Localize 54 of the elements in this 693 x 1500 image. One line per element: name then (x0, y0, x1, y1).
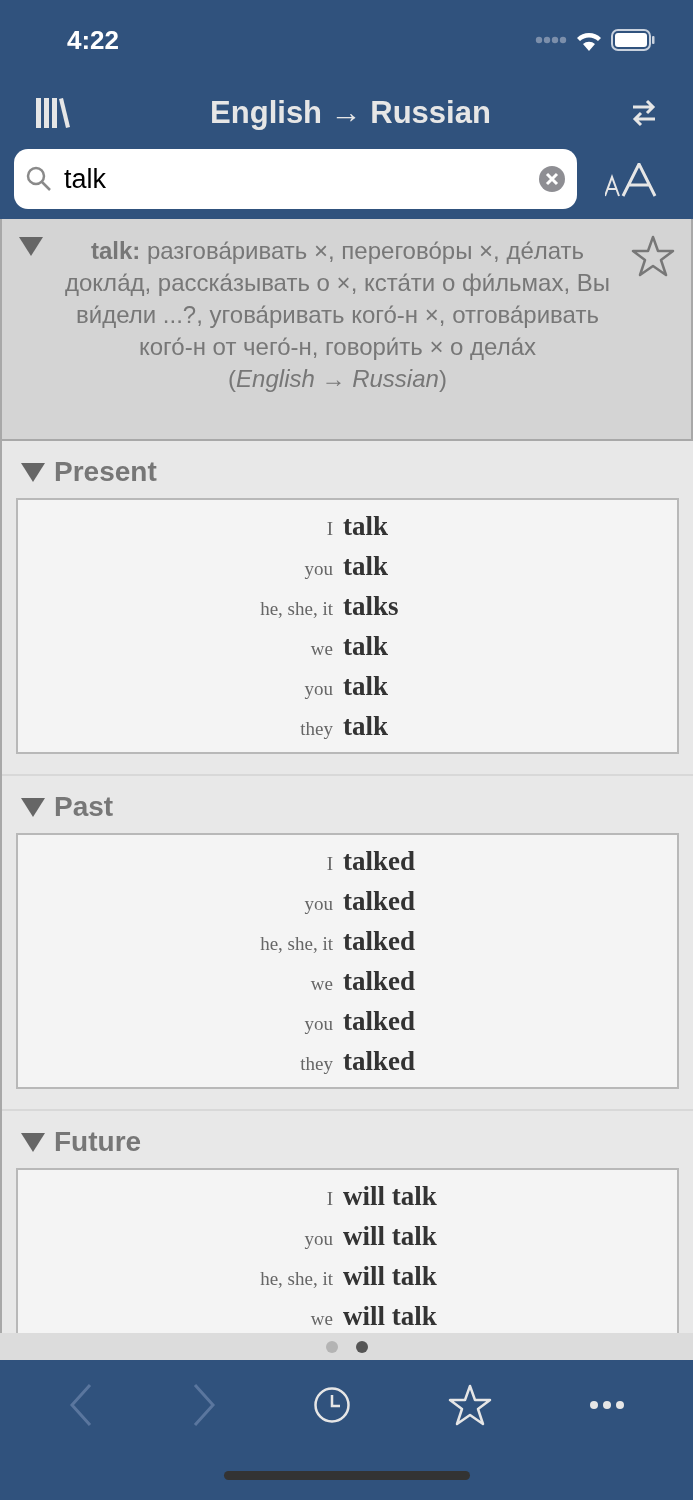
section-title[interactable]: Present (54, 450, 157, 493)
direction-text: (English → Russian) (228, 364, 447, 394)
status-time: 4:22 (67, 23, 120, 57)
swap-icon[interactable] (631, 98, 657, 128)
disclosure-icon[interactable] (18, 235, 44, 257)
pronoun-text: they (300, 717, 333, 741)
pronoun-text: he, she, it (260, 932, 333, 956)
verb-form: will talk (343, 1260, 437, 1293)
pronoun-text: you (304, 557, 333, 581)
verb-form: talked (343, 845, 415, 878)
pronoun-text: we (310, 637, 333, 661)
pronoun-text: he, she, it (260, 597, 333, 621)
disclosure-icon[interactable] (20, 795, 46, 818)
verb-form: talked (343, 965, 415, 998)
verb-form: talked (343, 1045, 415, 1078)
pronoun-text: he, she, it (260, 1267, 333, 1291)
translation-text: talk: разгова́ривать ×, перегово́ры ×, де́лать докла́д, расска́зывать о ×, кста́ти о фи́льмах, Вы ви́дели ...?, угова́ривать кого́-н ×, отгова́ривать кого́-н от чего́-н, говори́ть × о дела́х (64, 236, 611, 362)
clear-icon[interactable] (539, 166, 565, 192)
pronoun-text: I (326, 1187, 333, 1211)
search-field[interactable]: talk (14, 149, 577, 209)
verb-form: will talk (343, 1180, 437, 1213)
verb-form: talk (343, 630, 388, 663)
verb-form: talked (343, 1005, 415, 1038)
section-title[interactable]: Future (54, 1120, 142, 1163)
verb-form: will talk (343, 1300, 437, 1333)
verb-form: talk (343, 550, 388, 583)
clock-icon[interactable] (313, 1386, 352, 1424)
nav-title: English → Russian (210, 93, 491, 132)
verb-form: talk (343, 670, 388, 703)
pronoun-text: they (300, 1052, 333, 1076)
pronoun-text: you (304, 1012, 333, 1036)
search-icon (26, 166, 52, 192)
verb-form: will talk (343, 1220, 437, 1253)
pronoun-text: we (310, 1307, 333, 1331)
section-title[interactable]: Past (54, 785, 114, 828)
battery-icon (611, 29, 655, 51)
pronoun-text: you (304, 677, 333, 701)
verb-form: talk (343, 710, 388, 743)
verb-form: talk (343, 510, 388, 543)
verb-form: talked (343, 885, 415, 918)
text-size-icon[interactable] (605, 163, 657, 197)
verb-form: talked (343, 925, 415, 958)
disclosure-icon[interactable] (20, 1130, 46, 1153)
library-icon[interactable] (36, 98, 70, 128)
pronoun-text: I (326, 852, 333, 876)
verb-form: talks (343, 590, 399, 623)
more-icon[interactable] (588, 1400, 625, 1410)
pronoun-text: you (304, 1227, 333, 1251)
pronoun-text: we (310, 972, 333, 996)
pronoun-text: I (326, 517, 333, 541)
pronoun-text: you (304, 892, 333, 916)
star-icon[interactable] (631, 235, 675, 277)
signal-icon (535, 36, 567, 44)
disclosure-icon[interactable] (20, 460, 46, 483)
